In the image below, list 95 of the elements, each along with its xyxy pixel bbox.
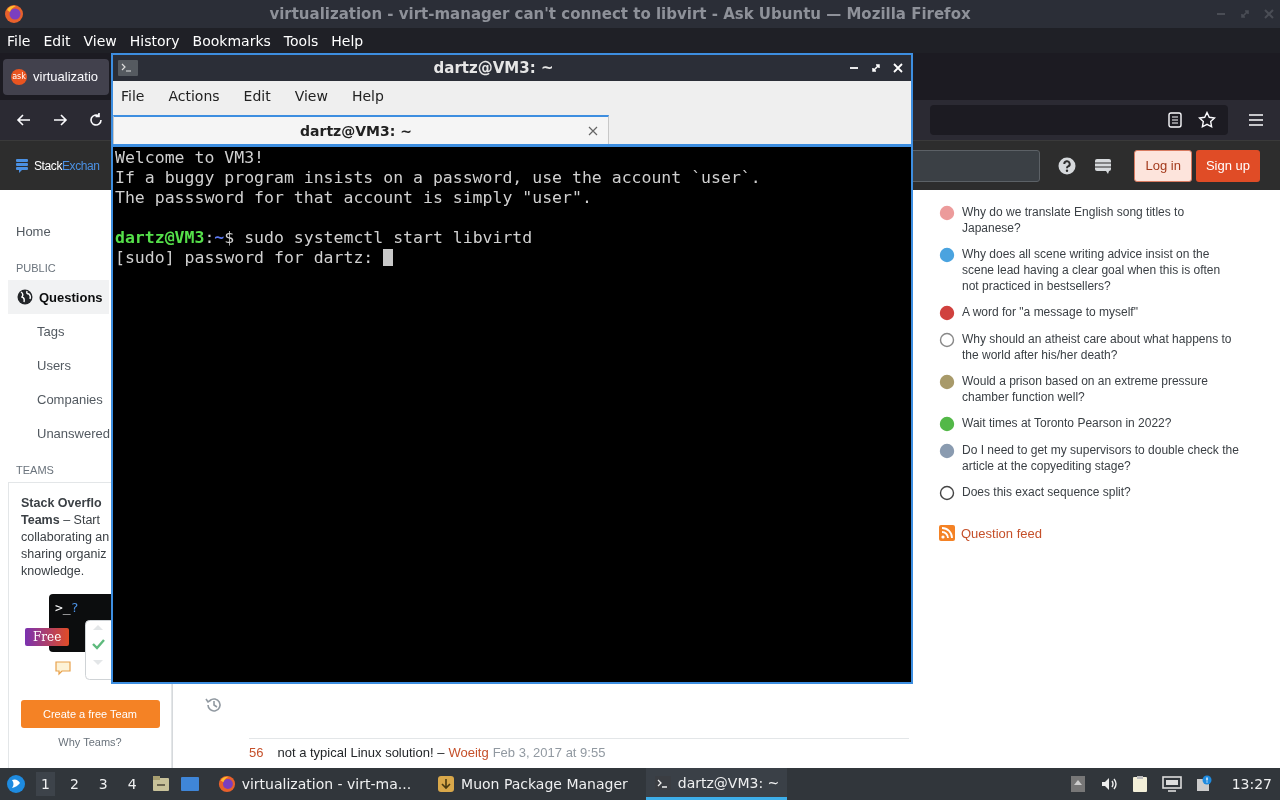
site-icon xyxy=(939,305,955,321)
menu-item[interactable]: Help xyxy=(351,88,394,104)
firefox-logo-icon xyxy=(4,4,24,24)
terminal-command: $ sudo systemctl start libvirtd xyxy=(224,228,533,247)
speech-bubble-icon xyxy=(55,660,71,676)
teams-description: Stack Overflo Teams – Start collaborating an sharing organiz knowledge. xyxy=(21,495,111,580)
menu-item[interactable]: View xyxy=(294,88,338,104)
clock: 13:27 xyxy=(1231,776,1272,792)
nav-heading: PUBLIC xyxy=(15,262,57,274)
reload-icon[interactable] xyxy=(88,112,104,128)
download-icon xyxy=(437,775,456,793)
inbox-icon[interactable] xyxy=(1094,156,1113,175)
nav-item[interactable]: Companies xyxy=(8,382,109,416)
close-tab-icon[interactable] xyxy=(588,125,598,136)
eject-icon[interactable] xyxy=(1069,775,1086,793)
comment-author-link[interactable]: Woeitg xyxy=(448,745,489,760)
question-link[interactable]: Why does all scene writing advice insist on the scene lead having a clear goal when this is often not practiced in bestsellers? xyxy=(962,246,1239,294)
header-button[interactable]: Sign up xyxy=(1195,149,1260,182)
question-link[interactable]: Why do we translate English song titles to Japanese? xyxy=(962,204,1239,236)
menu-item[interactable]: History xyxy=(129,32,180,49)
reader-view-icon[interactable] xyxy=(1168,112,1182,128)
url-field[interactable] xyxy=(930,105,1228,135)
question-link[interactable]: Would a prison based on an extreme pressure chamber function well? xyxy=(962,373,1239,405)
question-link[interactable]: Wait times at Toronto Pearson in 2022? xyxy=(962,415,1172,432)
menu-item[interactable]: Edit xyxy=(43,32,71,49)
site-icon xyxy=(939,416,955,432)
site-icon: ask xyxy=(11,68,27,85)
menu-item[interactable]: View xyxy=(83,32,117,49)
site-icon xyxy=(939,374,955,390)
nav-item[interactable]: Users xyxy=(8,348,109,382)
password-prompt: [sudo] password for dartz: xyxy=(115,248,375,267)
site-icon xyxy=(939,443,955,459)
nav-item[interactable]: Unanswered xyxy=(8,416,109,450)
terminal-output: If a buggy program insists on a password, use the account `user`. xyxy=(115,168,761,187)
network-icon[interactable] xyxy=(1161,775,1182,793)
menu-item[interactable]: Bookmarks xyxy=(192,32,271,49)
prompt-path: ~ xyxy=(214,228,225,247)
menu-item[interactable]: File xyxy=(7,32,31,49)
nav-item[interactable]: Home xyxy=(8,214,109,248)
stack-logo-icon[interactable] xyxy=(15,157,29,174)
question-feed-link[interactable]: Question feed xyxy=(961,525,1042,541)
desktop-icon[interactable] xyxy=(179,775,200,793)
comment-date: Feb 3, 2017 at 9:55 xyxy=(492,745,606,760)
terminal-output: Welcome to VM3! xyxy=(115,148,264,167)
header-button[interactable]: Log in xyxy=(1134,149,1192,182)
history-icon[interactable] xyxy=(205,696,223,714)
nav-item[interactable]: Questions xyxy=(8,280,109,314)
free-badge: Free xyxy=(25,628,70,646)
help-icon[interactable] xyxy=(1058,156,1077,175)
menu-item[interactable]: Edit xyxy=(243,88,281,104)
nav-item[interactable]: Tags xyxy=(8,314,109,348)
menu-item[interactable]: File xyxy=(121,88,155,104)
menu-item[interactable]: Tools xyxy=(283,32,319,49)
menu-item[interactable]: Actions xyxy=(168,88,230,104)
question-link[interactable]: Do I need to get my supervisors to double check the article at the copyediting stage? xyxy=(962,442,1239,474)
menu-icon[interactable] xyxy=(1248,113,1264,127)
prompt-user: dartz@VM3 xyxy=(115,228,205,247)
why-teams-link[interactable]: Why Teams? xyxy=(58,736,122,748)
site-icon xyxy=(939,205,955,221)
window-title: virtualization - virt-manager can't connect to libvirt - Ask Ubuntu — Mozilla Firefox xyxy=(268,5,972,23)
rss-icon[interactable] xyxy=(939,525,955,541)
workspace-button[interactable]: 2 xyxy=(64,772,84,796)
back-icon[interactable] xyxy=(16,112,32,128)
question-link[interactable]: Why should an atheist care about what happens to the world after his/her death? xyxy=(962,331,1239,363)
site-logo[interactable]: StackExchan xyxy=(34,158,100,173)
globe-icon xyxy=(17,289,33,305)
site-icon xyxy=(939,247,955,263)
question-link[interactable]: A word for "a message to myself" xyxy=(962,304,1138,321)
notification-icon[interactable] xyxy=(1195,775,1212,793)
taskbar-button[interactable]: virtualization - virt-ma... xyxy=(209,768,420,800)
nav-heading: TEAMS xyxy=(15,464,55,476)
comment-text: not a typical Linux solution! – xyxy=(277,745,445,760)
taskbar-button[interactable]: dartz@VM3: ~ xyxy=(645,768,788,800)
terminal-tab[interactable]: dartz@VM3: ~ xyxy=(113,115,609,144)
browser-tab[interactable]: ask virtualizatio xyxy=(3,58,109,95)
comment-score: 56 xyxy=(249,745,264,760)
workspace-button[interactable]: 4 xyxy=(122,772,142,796)
taskbar-button[interactable]: Muon Package Manager xyxy=(429,768,636,800)
menu-item[interactable]: Help xyxy=(331,32,364,49)
forward-icon[interactable] xyxy=(52,112,68,128)
file-manager-icon[interactable] xyxy=(151,775,170,793)
prompt-separator: : xyxy=(204,228,215,247)
question-link[interactable]: Does this exact sequence split? xyxy=(962,484,1131,501)
clipboard-icon[interactable] xyxy=(1131,775,1148,793)
workspace-button[interactable]: 1 xyxy=(36,772,55,796)
workspace-button[interactable]: 3 xyxy=(93,772,113,796)
terminal-output: The passsword for that account is simply "user". xyxy=(115,188,592,207)
site-icon xyxy=(939,332,955,348)
window-title: dartz@VM3: ~ xyxy=(432,59,555,77)
start-menu-icon[interactable] xyxy=(6,774,26,794)
star-icon[interactable] xyxy=(1198,111,1216,129)
search-field[interactable] xyxy=(910,149,1041,182)
firefox-icon xyxy=(217,775,236,793)
terminal-icon xyxy=(118,60,138,76)
site-icon xyxy=(939,485,955,501)
